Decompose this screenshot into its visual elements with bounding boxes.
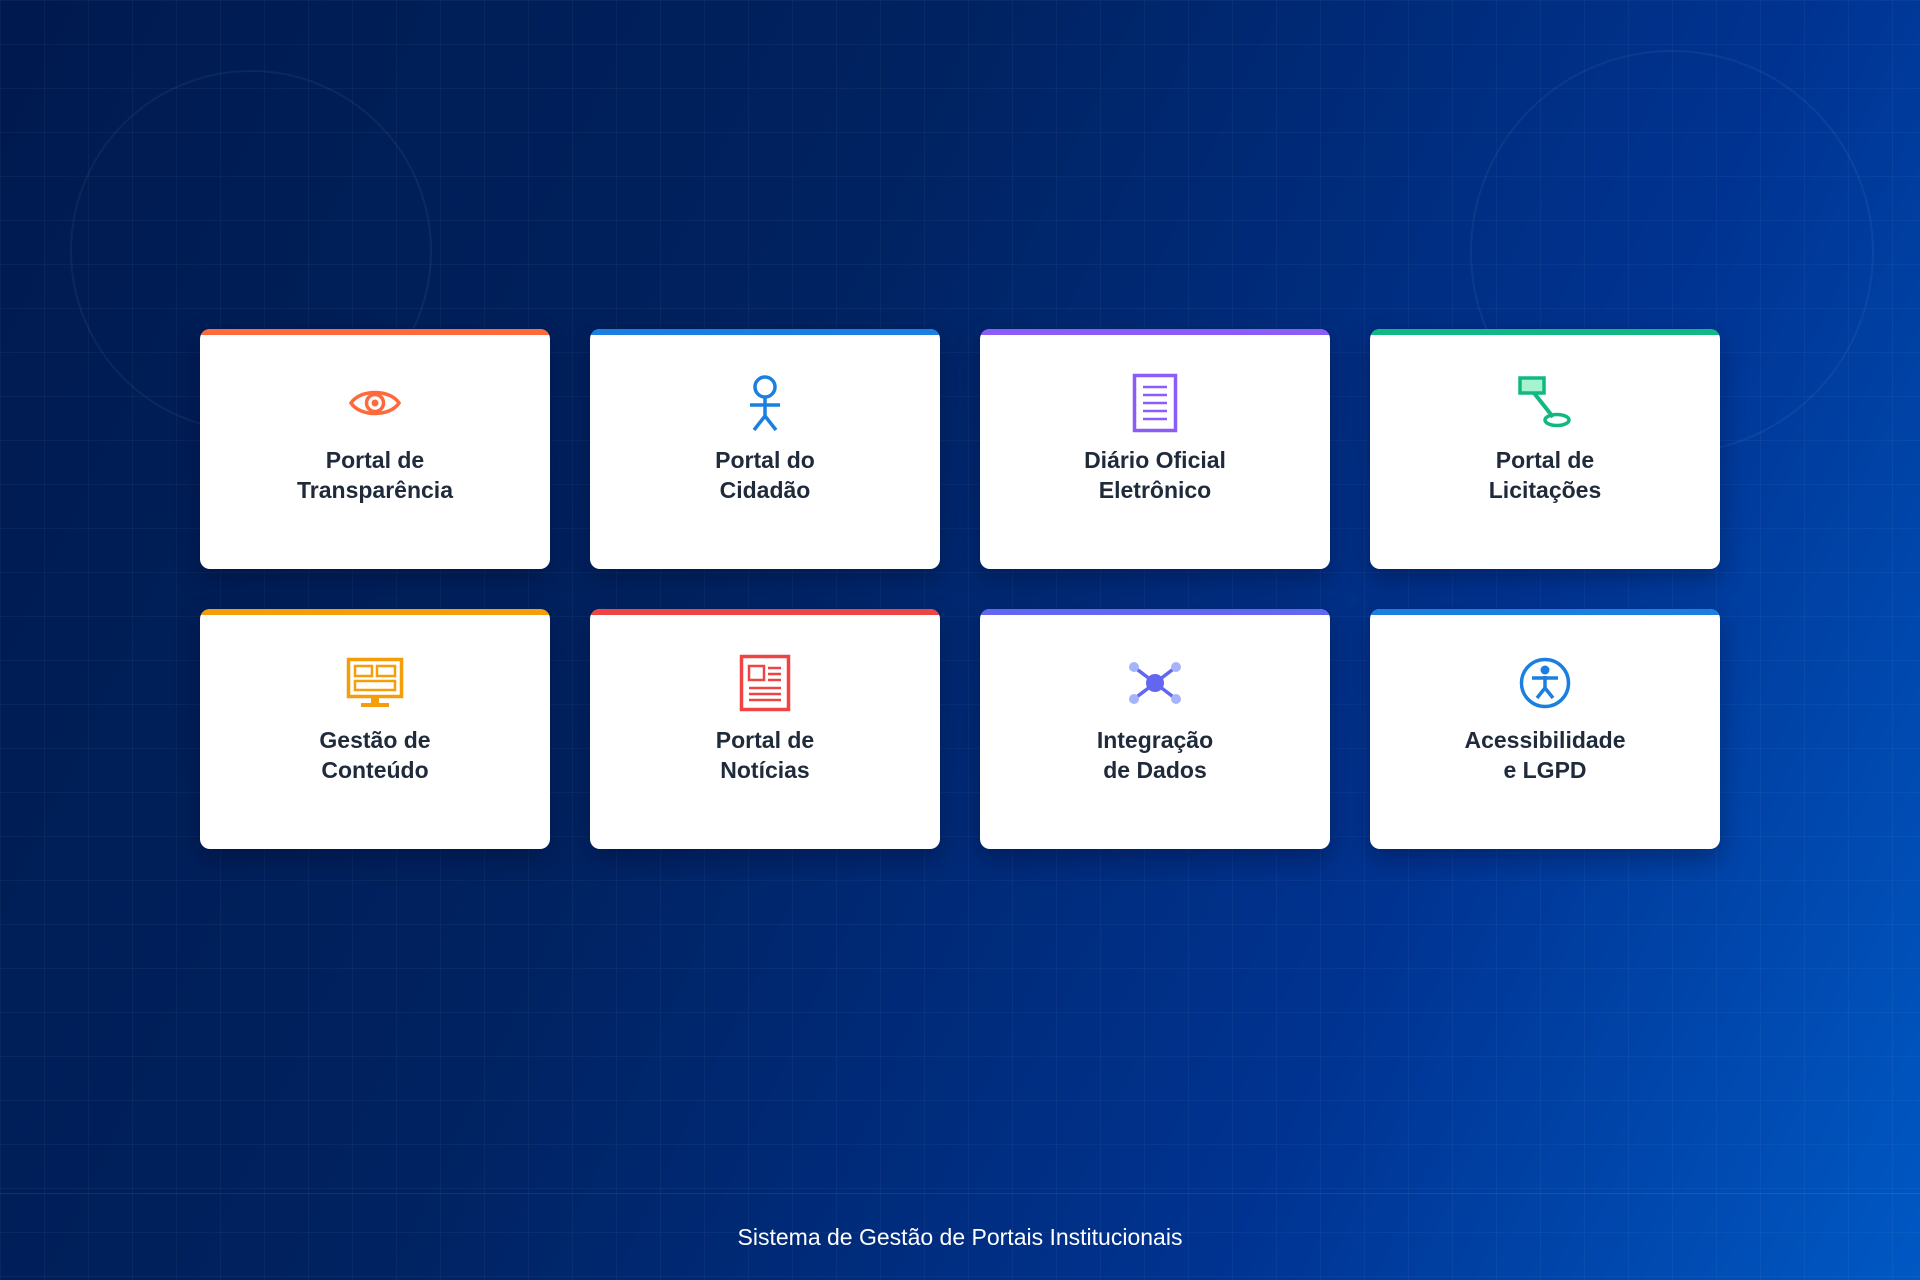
card-portal-cidadao[interactable]: Portal do Cidadão <box>590 329 940 569</box>
card-accent-bar <box>200 609 550 615</box>
document-icon <box>1125 373 1185 433</box>
card-title: Portal do Cidadão <box>715 445 815 505</box>
card-title-line2: Eletrônico <box>1098 477 1212 503</box>
card-gestao-conteudo[interactable]: Gestão de Conteúdo <box>200 609 550 849</box>
card-title-line2: Cidadão <box>719 477 811 503</box>
card-title: Acessibilidade e LGPD <box>1464 725 1625 785</box>
card-title-line1: Acessibilidade <box>1464 727 1626 753</box>
card-title-line2: Notícias <box>720 757 810 783</box>
card-title: Integração de Dados <box>1097 725 1213 785</box>
card-acessibilidade-lgpd[interactable]: Acessibilidade e LGPD <box>1370 609 1720 849</box>
card-title-line2: Licitações <box>1488 477 1602 503</box>
eye-icon <box>345 373 405 433</box>
card-title-line1: Diário Oficial <box>1084 447 1226 473</box>
card-title-line1: Integração <box>1096 727 1214 753</box>
card-accent-bar <box>590 609 940 615</box>
card-title: Portal de Transparência <box>297 445 453 505</box>
card-title-line2: e LGPD <box>1503 757 1587 783</box>
card-title: Portal de Notícias <box>716 725 814 785</box>
card-title: Gestão de Conteúdo <box>319 725 430 785</box>
footer-text: Sistema de Gestão de Portais Institucion… <box>737 1224 1183 1250</box>
card-accent-bar <box>1370 609 1720 615</box>
page: Portal de Transparência Portal do Cidadã… <box>0 0 1920 1280</box>
card-portal-transparencia[interactable]: Portal de Transparência <box>200 329 550 569</box>
card-title-line1: Gestão de <box>319 727 431 753</box>
card-title-line1: Portal do <box>715 447 815 473</box>
card-portal-noticias[interactable]: Portal de Notícias <box>590 609 940 849</box>
card-accent-bar <box>590 329 940 335</box>
card-title: Diário Oficial Eletrônico <box>1084 445 1226 505</box>
monitor-icon <box>345 653 405 713</box>
person-icon <box>735 373 795 433</box>
footer-divider <box>0 1193 1920 1194</box>
accessibility-icon <box>1515 653 1575 713</box>
card-title-line1: Portal de <box>325 447 425 473</box>
network-icon <box>1125 653 1185 713</box>
card-title-line2: Transparência <box>297 477 453 503</box>
card-diario-oficial[interactable]: Diário Oficial Eletrônico <box>980 329 1330 569</box>
gavel-icon <box>1515 373 1575 433</box>
card-title-line2: Conteúdo <box>321 757 429 783</box>
card-title: Portal de Licitações <box>1489 445 1602 505</box>
card-accent-bar <box>980 329 1330 335</box>
card-accent-bar <box>200 329 550 335</box>
card-accent-bar <box>1370 329 1720 335</box>
portal-cards-grid: Portal de Transparência Portal do Cidadã… <box>200 329 1721 849</box>
card-accent-bar <box>980 609 1330 615</box>
card-integracao-dados[interactable]: Integração de Dados <box>980 609 1330 849</box>
newspaper-icon <box>735 653 795 713</box>
card-title-line1: Portal de <box>1495 447 1595 473</box>
card-portal-licitacoes[interactable]: Portal de Licitações <box>1370 329 1720 569</box>
card-title-line2: de Dados <box>1103 757 1207 783</box>
card-title-line1: Portal de <box>715 727 815 753</box>
